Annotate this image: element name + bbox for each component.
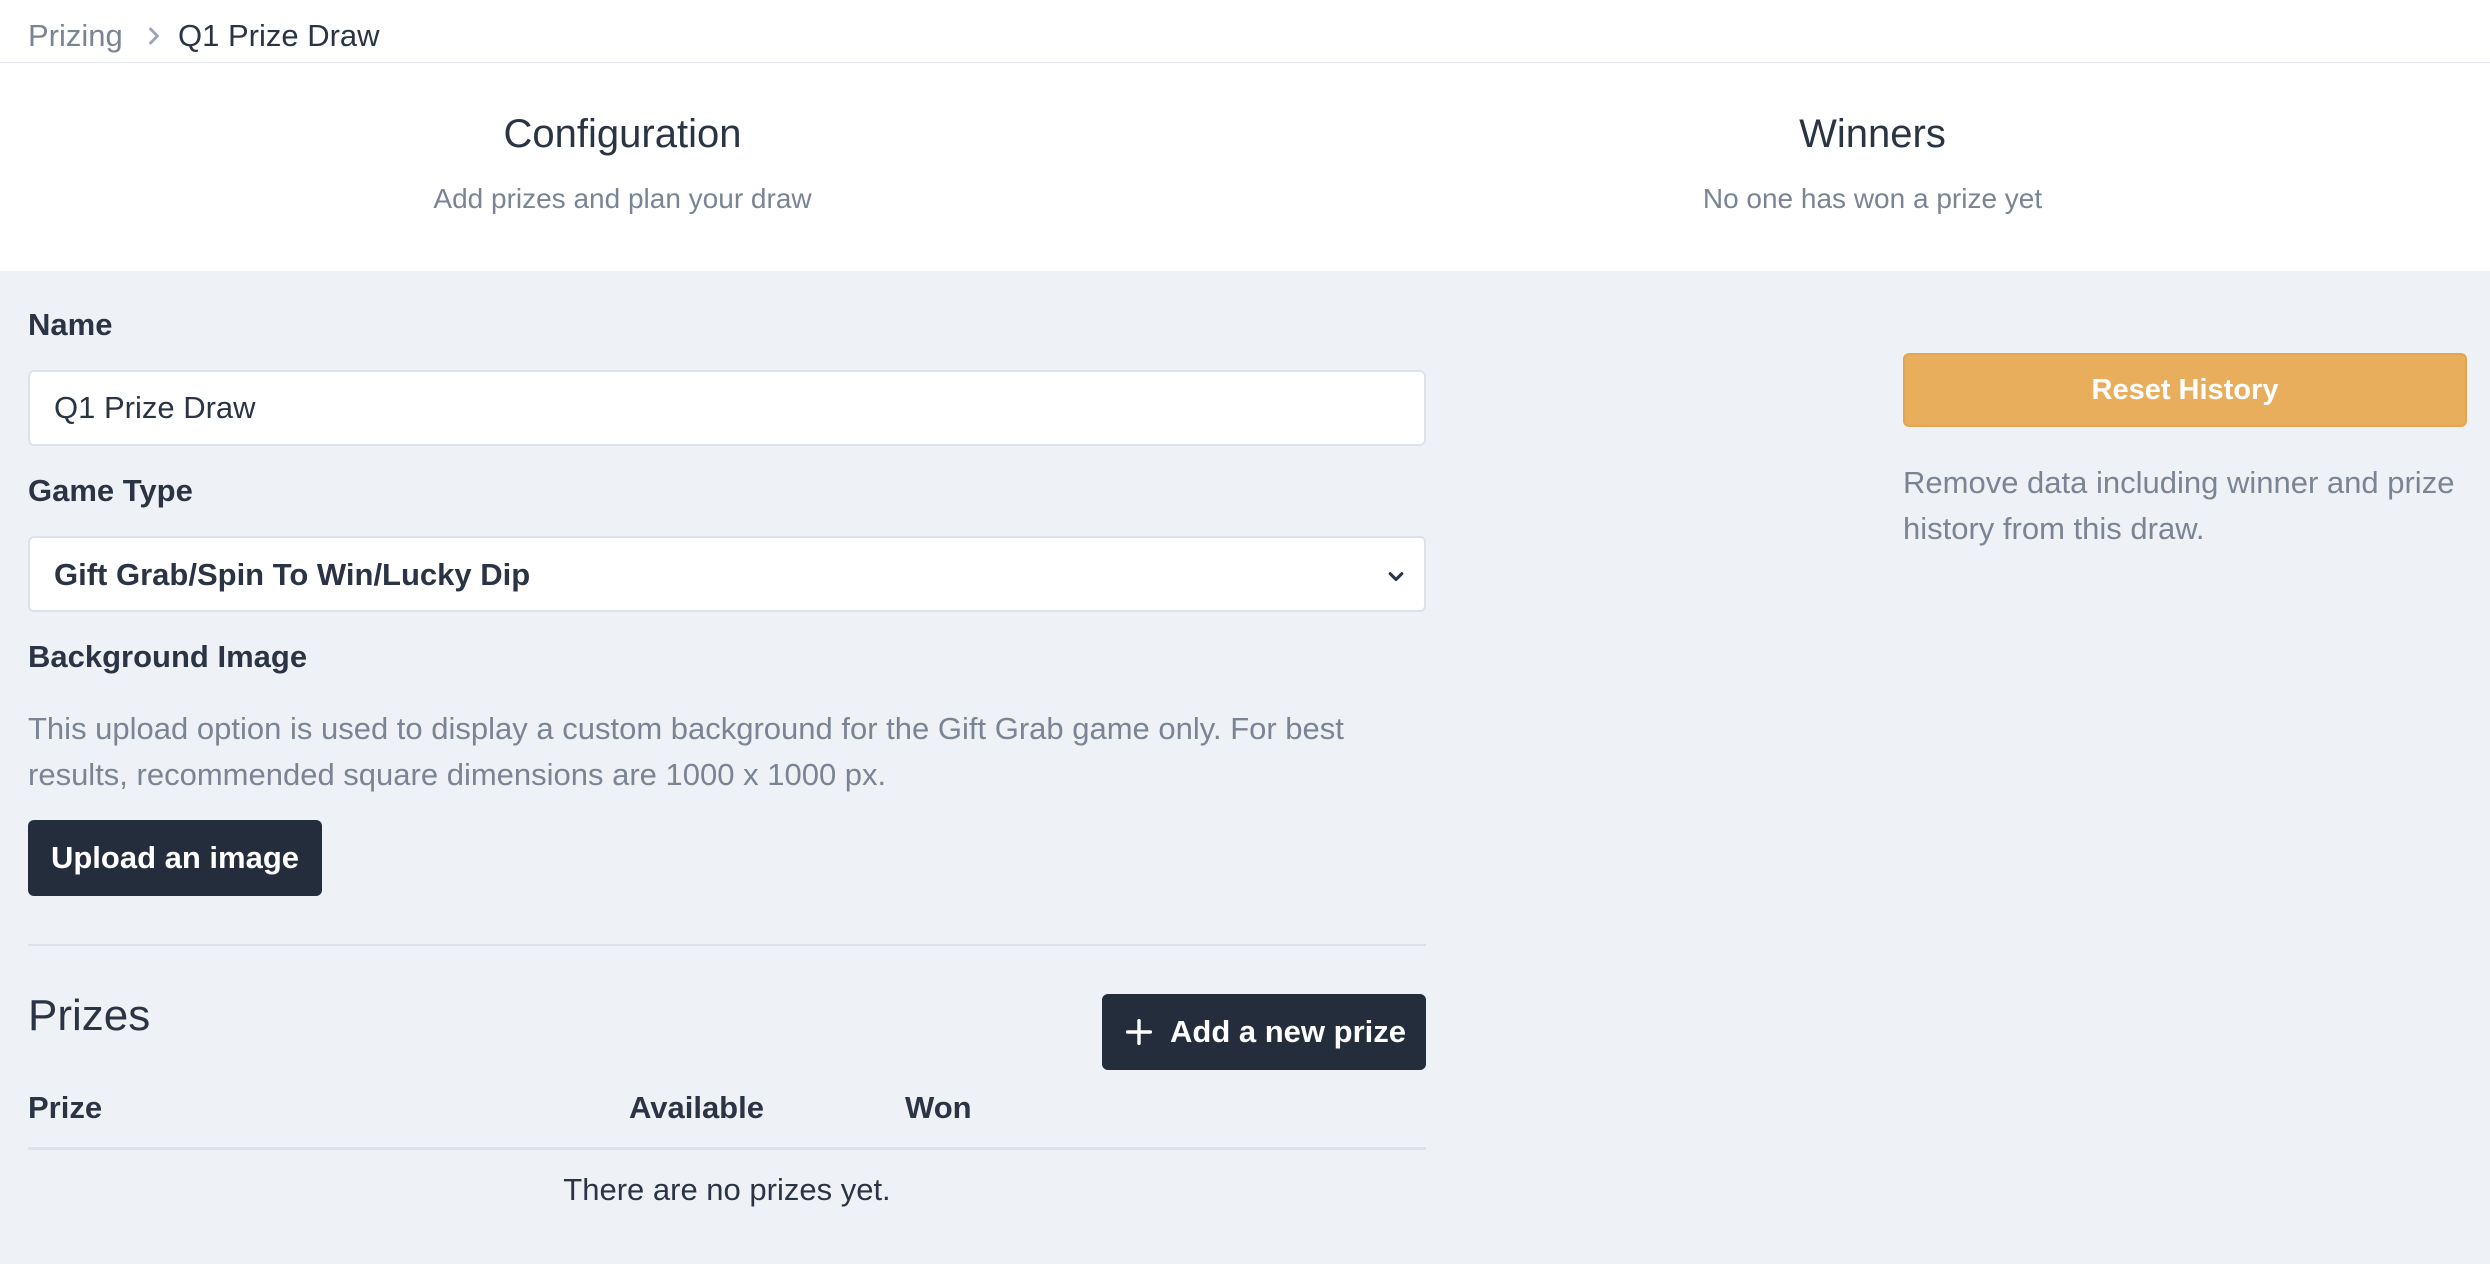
breadcrumb-bar: Prizing Q1 Prize Draw: [0, 0, 2490, 63]
column-header-won: Won: [905, 1090, 972, 1125]
name-label: Name: [28, 307, 113, 342]
tab-configuration-title: Configuration: [503, 112, 742, 156]
tab-configuration-subtitle: Add prizes and plan your draw: [433, 183, 812, 214]
reset-history-help: Remove data including winner and prize h…: [1903, 465, 2455, 546]
add-prize-button[interactable]: Add a new prize: [1102, 994, 1426, 1070]
tab-configuration[interactable]: Configuration Add prizes and plan your d…: [0, 63, 1245, 271]
section-divider: [28, 944, 1426, 946]
chevron-down-icon: [1388, 572, 1404, 582]
tab-winners-subtitle: No one has won a prize yet: [1702, 183, 2043, 214]
tab-winners[interactable]: Winners No one has won a prize yet: [1245, 63, 2490, 271]
column-header-available: Available: [629, 1090, 764, 1125]
add-prize-button-label: Add a new prize: [1170, 1014, 1406, 1049]
breadcrumb-prizing-link[interactable]: Prizing: [28, 16, 123, 56]
background-image-label: Background Image: [28, 639, 308, 674]
tab-winners-title: Winners: [1799, 112, 1946, 156]
upload-image-button[interactable]: Upload an image: [28, 820, 322, 896]
prizes-title: Prizes: [28, 991, 151, 1040]
breadcrumb-current: Q1 Prize Draw: [178, 18, 380, 53]
game-type-select[interactable]: Gift Grab/Spin To Win/Lucky Dip: [28, 536, 1426, 612]
prizes-empty-state: There are no prizes yet.: [563, 1172, 891, 1207]
column-header-prize: Prize: [28, 1090, 103, 1125]
tab-bar: Configuration Add prizes and plan your d…: [0, 63, 2490, 271]
reset-history-button[interactable]: Reset History: [1903, 353, 2467, 427]
game-type-label: Game Type: [28, 473, 193, 508]
reset-history-button-label: Reset History: [2091, 374, 2279, 406]
plus-icon: [1125, 1018, 1153, 1046]
upload-image-button-label: Upload an image: [50, 840, 300, 875]
background-image-help: This upload option is used to display a …: [28, 711, 1344, 792]
table-header-rule: [28, 1147, 1426, 1150]
name-input[interactable]: [28, 370, 1426, 446]
game-type-selected-value: Gift Grab/Spin To Win/Lucky Dip: [54, 557, 531, 592]
chevron-right-icon: [149, 27, 159, 45]
